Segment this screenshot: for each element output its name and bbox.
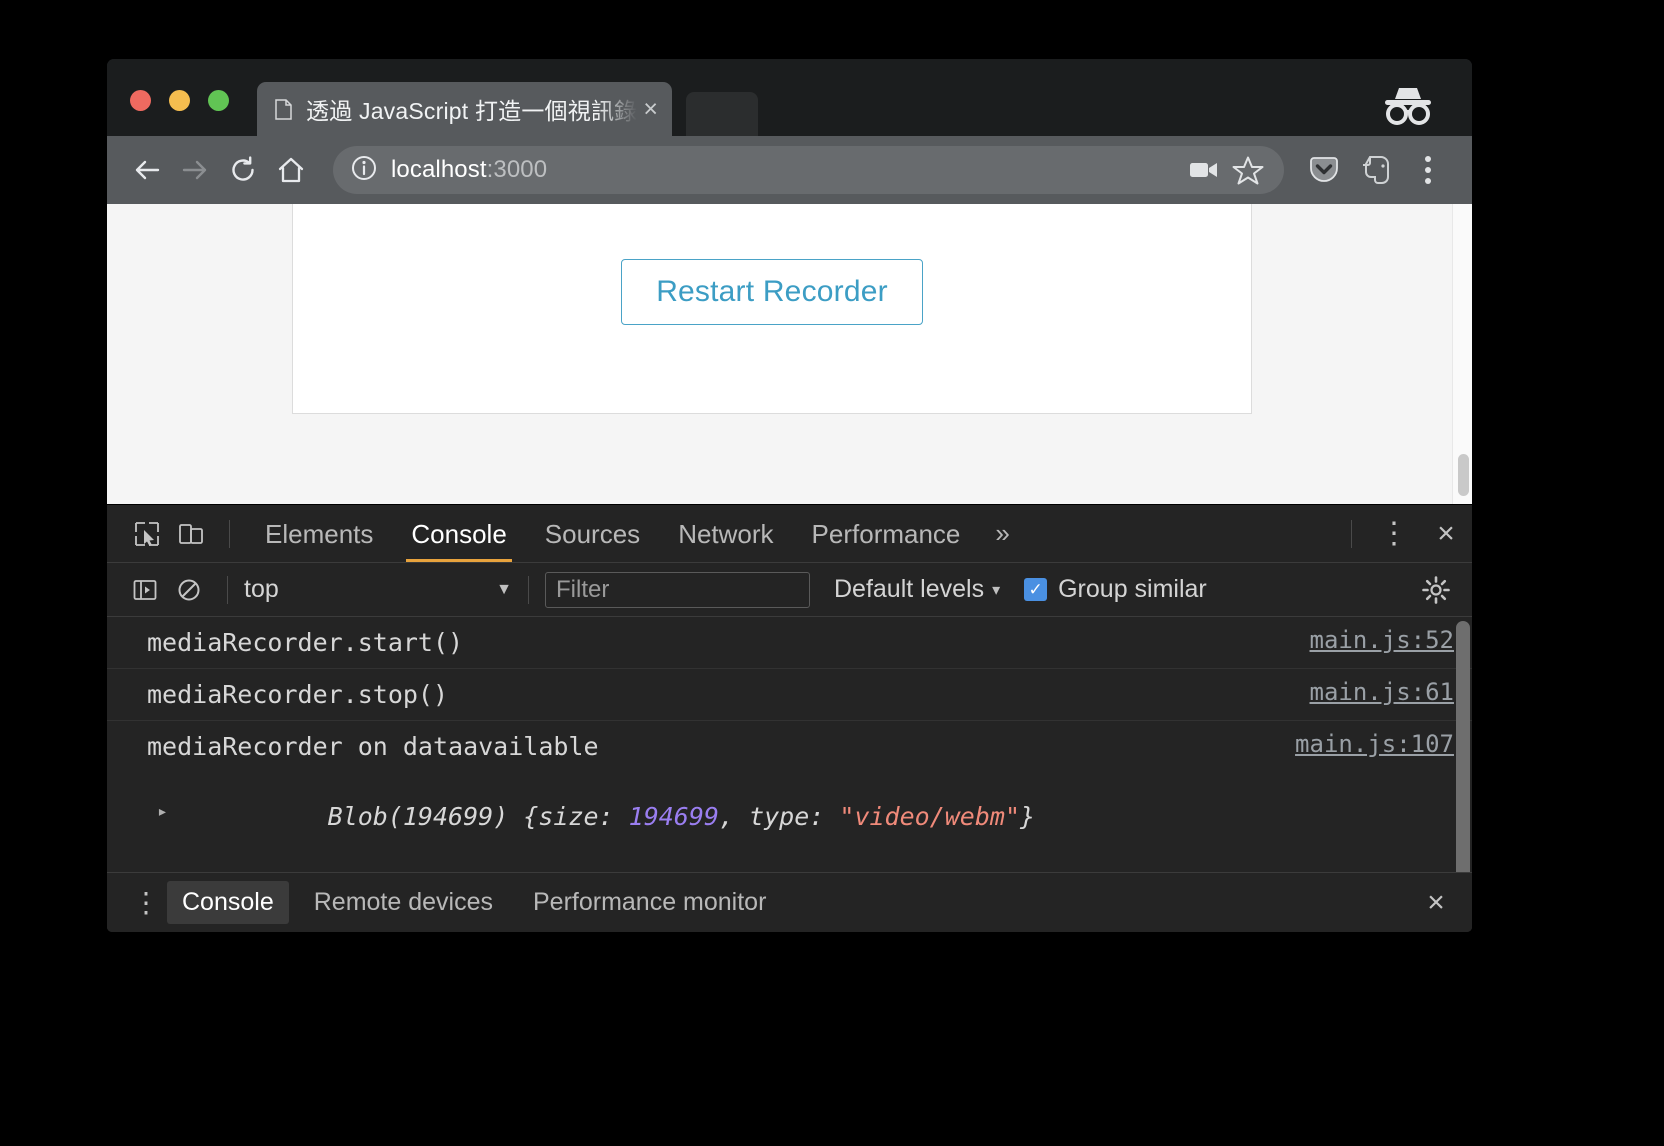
drawer-close-button[interactable]: × bbox=[1412, 879, 1460, 927]
back-button[interactable] bbox=[123, 146, 171, 194]
page-favicon-icon bbox=[275, 98, 292, 120]
page-scrollbar-thumb[interactable] bbox=[1458, 454, 1469, 496]
tab-network[interactable]: Network bbox=[659, 506, 792, 562]
console-filter-bar: top ▼ Default levels ▾ ✓ Group similar bbox=[107, 563, 1472, 617]
execution-context-label: top bbox=[244, 575, 279, 603]
group-similar-label: Group similar bbox=[1058, 575, 1207, 603]
console-message-text: mediaRecorder.start() bbox=[147, 628, 464, 657]
console-message-source[interactable]: main.js:107 bbox=[1295, 730, 1454, 758]
toolbar-divider bbox=[229, 519, 230, 548]
home-button[interactable] bbox=[267, 146, 315, 194]
camera-icon[interactable] bbox=[1182, 159, 1226, 181]
chevron-down-icon-levels: ▾ bbox=[992, 581, 1001, 599]
browser-tab-active[interactable]: 透過 JavaScript 打造一個視訊錄 × bbox=[257, 82, 672, 136]
blob-type-value: "video/webm" bbox=[839, 802, 1021, 831]
more-tabs-button[interactable]: » bbox=[979, 518, 1025, 549]
incognito-icon bbox=[1380, 83, 1436, 125]
devtools-drawer-tabbar: ⋮ Console Remote devices Performance mon… bbox=[107, 872, 1472, 932]
expand-arrow-icon[interactable]: ▸ bbox=[157, 800, 168, 824]
maximize-window-button[interactable] bbox=[208, 90, 229, 111]
blob-prefix: Blob(194699) {size: bbox=[327, 802, 629, 831]
browser-window: 透過 JavaScript 打造一個視訊錄 × localhost:3000 R… bbox=[107, 59, 1472, 932]
drawer-tab-remote-devices[interactable]: Remote devices bbox=[299, 881, 508, 924]
url-text: localhost:3000 bbox=[391, 156, 1182, 184]
new-tab-button[interactable] bbox=[685, 92, 758, 136]
log-levels-select[interactable]: Default levels ▾ bbox=[834, 575, 1000, 604]
evernote-icon[interactable] bbox=[1350, 146, 1402, 194]
browser-menu-button[interactable] bbox=[1402, 146, 1454, 194]
console-object-preview[interactable]: ▸ Blob(194699) {size: 194699, type: "vide… bbox=[147, 767, 1275, 866]
filterbar-divider-2 bbox=[528, 575, 529, 604]
console-message-text: mediaRecorder on dataavailable bbox=[147, 732, 599, 761]
close-tab-button[interactable]: × bbox=[643, 96, 658, 122]
tab-strip: 透過 JavaScript 打造一個視訊錄 × bbox=[107, 59, 1472, 136]
execution-context-select[interactable]: top ▼ bbox=[244, 575, 512, 604]
tab-console[interactable]: Console bbox=[392, 506, 525, 562]
tab-sources[interactable]: Sources bbox=[526, 506, 659, 562]
blob-size-value: 194699 bbox=[628, 802, 719, 831]
console-message-row[interactable]: mediaRecorder.start() main.js:52 bbox=[107, 617, 1472, 669]
devtools-close-button[interactable]: × bbox=[1420, 508, 1472, 560]
chevron-down-icon: ▼ bbox=[496, 580, 512, 598]
devtools-menu-button[interactable]: ⋮ bbox=[1368, 508, 1420, 560]
minimize-window-button[interactable] bbox=[169, 90, 190, 111]
blob-middle: , type: bbox=[718, 802, 840, 831]
console-message-text: mediaRecorder.stop() bbox=[147, 680, 449, 709]
console-sidebar-toggle-icon[interactable] bbox=[123, 568, 167, 612]
console-scrollbar-thumb[interactable] bbox=[1456, 621, 1470, 872]
gear-icon[interactable] bbox=[1412, 566, 1460, 614]
pocket-icon[interactable] bbox=[1298, 146, 1350, 194]
address-bar[interactable]: localhost:3000 bbox=[333, 146, 1284, 194]
devtools-panel: Elements Console Sources Network Perform… bbox=[107, 504, 1472, 932]
console-message-list[interactable]: mediaRecorder.start() main.js:52 mediaRe… bbox=[107, 617, 1472, 872]
bookmark-star-icon[interactable] bbox=[1226, 155, 1270, 186]
browser-toolbar: localhost:3000 bbox=[107, 136, 1472, 204]
group-similar-checkbox[interactable]: ✓ bbox=[1024, 578, 1048, 601]
url-host: localhost bbox=[391, 156, 487, 183]
site-info-icon[interactable] bbox=[351, 155, 377, 186]
page-viewport: Restart Recorder bbox=[107, 204, 1472, 504]
tabbar-right-divider bbox=[1351, 519, 1352, 548]
drawer-tab-console[interactable]: Console bbox=[167, 881, 289, 924]
drawer-menu-button[interactable]: ⋮ bbox=[125, 882, 167, 924]
inspect-element-icon[interactable] bbox=[125, 512, 169, 556]
drawer-tab-performance-monitor[interactable]: Performance monitor bbox=[518, 881, 781, 924]
page-scrollbar[interactable] bbox=[1452, 204, 1472, 504]
restart-recorder-button[interactable]: Restart Recorder bbox=[621, 258, 923, 325]
reload-button[interactable] bbox=[219, 146, 267, 194]
window-controls bbox=[130, 90, 229, 111]
console-scrollbar[interactable] bbox=[1456, 621, 1470, 872]
console-filter-input[interactable] bbox=[545, 571, 810, 608]
device-toolbar-icon[interactable] bbox=[169, 512, 213, 556]
console-message-row[interactable]: mediaRecorder.stop() main.js:61 bbox=[107, 669, 1472, 721]
tab-elements[interactable]: Elements bbox=[246, 506, 392, 562]
browser-tab-title: 透過 JavaScript 打造一個視訊錄 bbox=[306, 98, 638, 124]
tab-list: 透過 JavaScript 打造一個視訊錄 × bbox=[257, 82, 758, 136]
console-message-source[interactable]: main.js:52 bbox=[1310, 626, 1455, 654]
tab-performance[interactable]: Performance bbox=[793, 506, 980, 562]
devtools-tabbar: Elements Console Sources Network Perform… bbox=[107, 505, 1472, 563]
blob-suffix: } bbox=[1020, 802, 1036, 831]
console-message-row-expandable[interactable]: mediaRecorder on dataavailable ▸ Blob(194… bbox=[107, 721, 1472, 872]
filterbar-divider-1 bbox=[227, 575, 228, 604]
url-port: :3000 bbox=[486, 156, 548, 183]
log-levels-label: Default levels bbox=[834, 575, 985, 603]
recorder-card: Restart Recorder bbox=[292, 204, 1252, 414]
group-similar-toggle[interactable]: ✓ Group similar bbox=[1024, 575, 1207, 604]
console-message-body: mediaRecorder on dataavailable ▸ Blob(194… bbox=[147, 730, 1275, 866]
clear-console-icon[interactable] bbox=[167, 568, 211, 612]
forward-button[interactable] bbox=[171, 146, 219, 194]
close-window-button[interactable] bbox=[130, 90, 151, 111]
console-message-source[interactable]: main.js:61 bbox=[1310, 678, 1455, 706]
